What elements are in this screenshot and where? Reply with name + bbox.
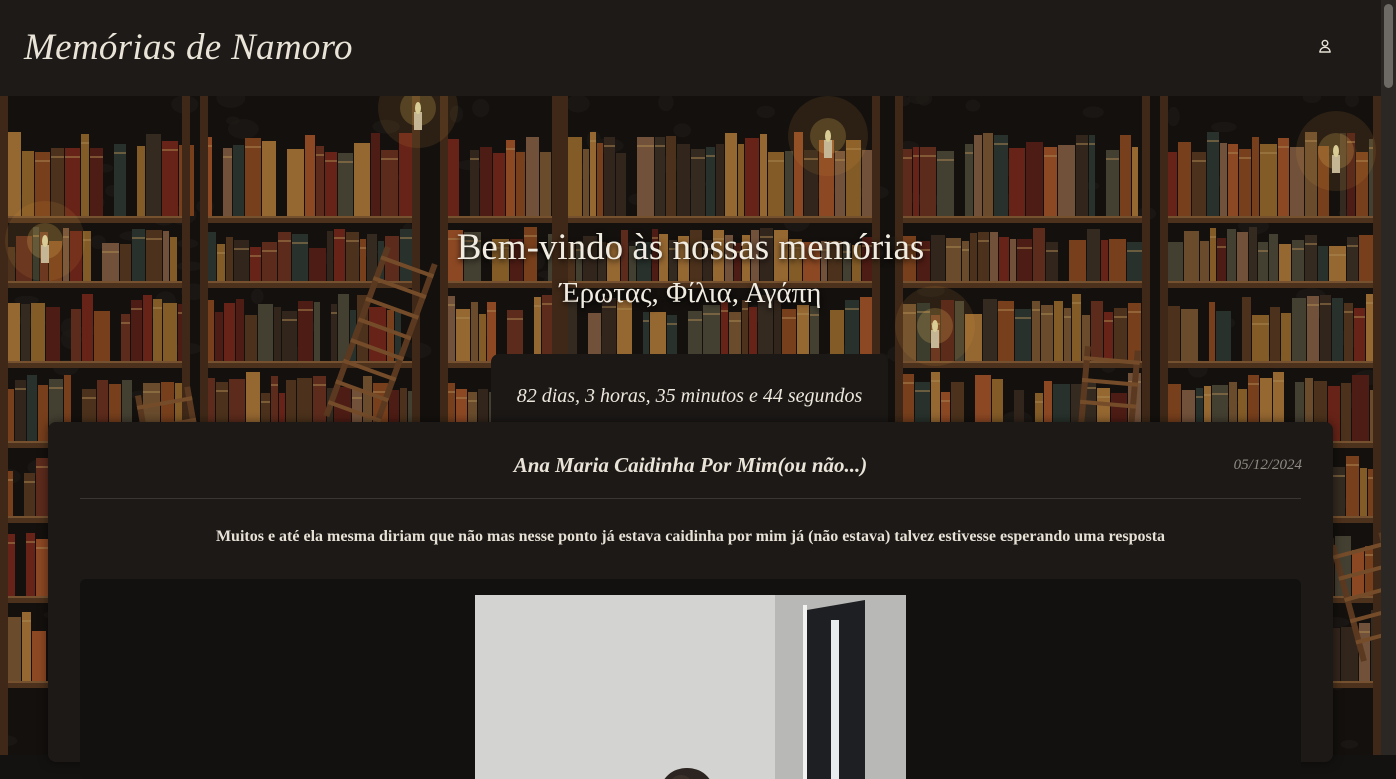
- post-title: Ana Maria Caidinha Por Mim(ou não...): [513, 453, 868, 477]
- post-divider: [80, 498, 1301, 499]
- page-scrollbar[interactable]: [1381, 0, 1396, 755]
- counter-text: 82 dias, 3 horas, 35 minutos e 44 segund…: [516, 384, 863, 407]
- site-header: Memórias de Namoro: [0, 0, 1381, 96]
- hero-subtitle: Έρωτας, Φίλια, Αγάπη: [559, 277, 822, 309]
- post-date: 05/12/2024: [1233, 457, 1302, 473]
- memory-card: Ana Maria Caidinha Por Mim(ou não...) 05…: [48, 422, 1333, 779]
- photo-image: [475, 595, 906, 779]
- post-text: Muitos e até ela mesma diriam que não ma…: [215, 528, 1166, 545]
- scrollbar-thumb[interactable]: [1384, 4, 1393, 88]
- hero-title: Bem-vindo às nossas memórias: [456, 227, 925, 268]
- post-photo-frame: [80, 579, 1301, 779]
- site-title[interactable]: Memórias de Namoro: [24, 26, 353, 69]
- post-photo[interactable]: [475, 595, 906, 779]
- user-icon: [1319, 39, 1331, 53]
- user-button[interactable]: [1314, 35, 1336, 57]
